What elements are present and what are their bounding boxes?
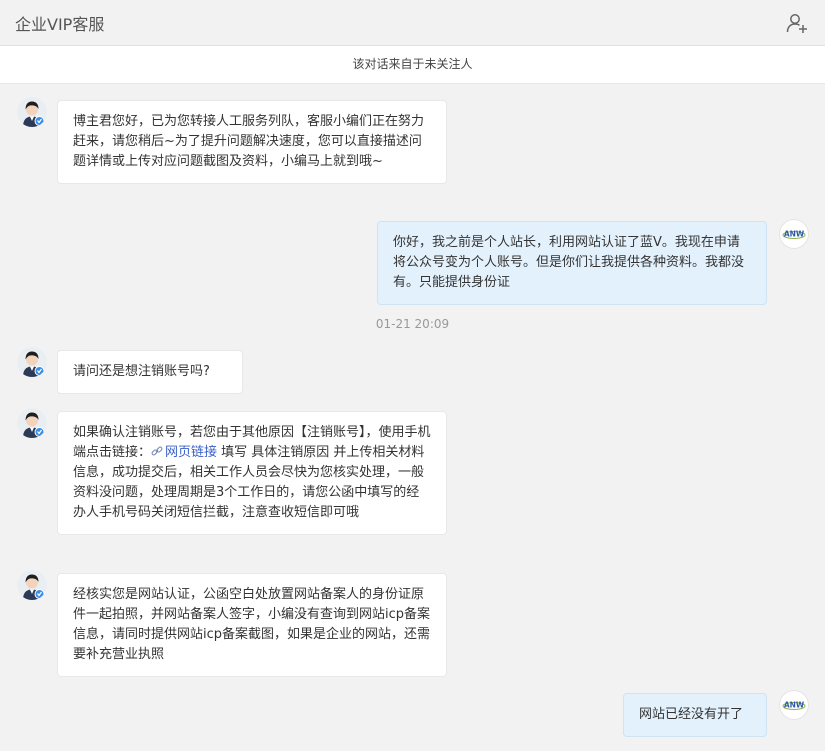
agent-message: 请问还是想注销账号吗? bbox=[57, 350, 243, 394]
user-message: 网站已经没有开了 bbox=[623, 693, 767, 737]
web-link[interactable]: 网页链接 bbox=[151, 445, 217, 460]
agent-message: 经核实您是网站认证，公函空白处放置网站备案人的身份证原件一起拍照，并网站备案人签… bbox=[57, 573, 447, 677]
follow-notice: 该对话来自于未关注人 bbox=[0, 46, 825, 84]
agent-avatar[interactable] bbox=[17, 570, 47, 600]
user-avatar-logo: ANW bbox=[784, 701, 805, 710]
message-text: 博主君您好，已为您转接人工服务列队，客服小编们正在努力赶来，请您稍后~为了提升问… bbox=[73, 114, 425, 169]
link-label[interactable]: 网页链接 bbox=[165, 445, 217, 460]
link-icon bbox=[151, 446, 163, 456]
agent-message: 如果确认注销账号，若您由于其他原因【注销账号】，使用手机端点击链接： 网页链接 填… bbox=[57, 411, 447, 535]
chat-header: 企业VIP客服 bbox=[0, 0, 825, 46]
user-avatar[interactable]: ANW bbox=[779, 690, 809, 720]
user-message: 你好，我之前是个人站长，利用网站认证了蓝V。我现在申请将公众号变为个人账号。但是… bbox=[377, 221, 767, 305]
person-add-icon[interactable] bbox=[785, 11, 809, 35]
message-text: 你好，我之前是个人站长，利用网站认证了蓝V。我现在申请将公众号变为个人账号。但是… bbox=[393, 235, 745, 290]
agent-avatar[interactable] bbox=[17, 408, 47, 438]
message-text: 经核实您是网站认证，公函空白处放置网站备案人的身份证原件一起拍照，并网站备案人签… bbox=[73, 587, 431, 662]
page-title: 企业VIP客服 bbox=[15, 15, 105, 34]
user-avatar-logo: ANW bbox=[784, 230, 805, 239]
agent-avatar[interactable] bbox=[17, 97, 47, 127]
message-text: 网站已经没有开了 bbox=[639, 707, 744, 722]
agent-avatar[interactable] bbox=[17, 347, 47, 377]
message-timestamp: 01-21 20:09 bbox=[375, 317, 450, 331]
message-text: 请问还是想注销账号吗? bbox=[73, 364, 210, 379]
user-avatar[interactable]: ANW bbox=[779, 219, 809, 249]
agent-message: 博主君您好，已为您转接人工服务列队，客服小编们正在努力赶来，请您稍后~为了提升问… bbox=[57, 100, 447, 184]
